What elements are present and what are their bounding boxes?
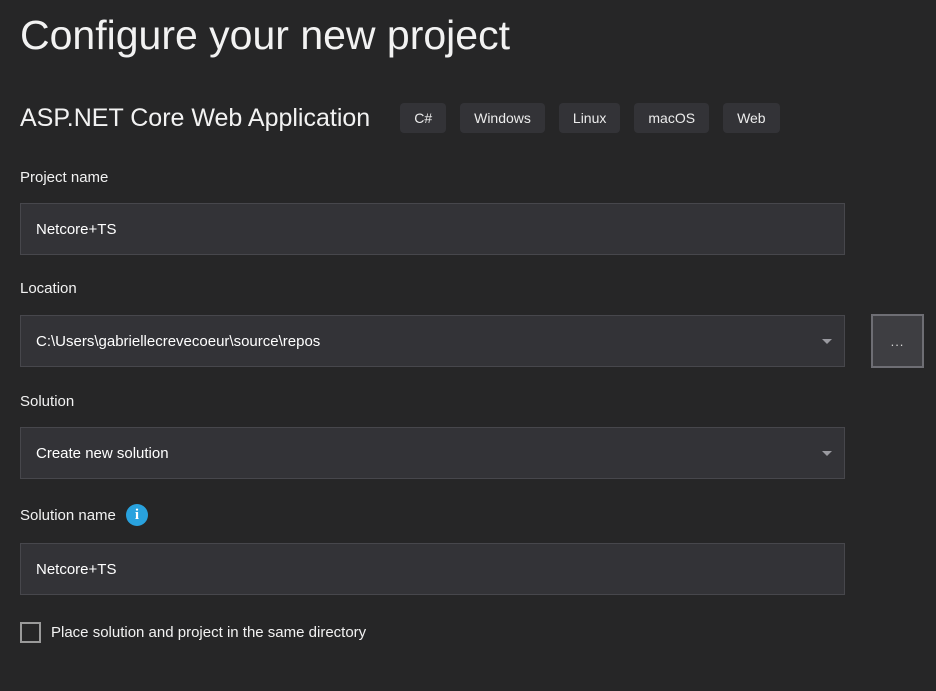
solution-label: Solution — [20, 393, 936, 410]
configure-project-dialog: Configure your new project ASP.NET Core … — [0, 0, 936, 643]
solution-name-label: Solution name — [20, 507, 116, 524]
project-name-label: Project name — [20, 169, 936, 186]
same-directory-label: Place solution and project in the same d… — [51, 624, 366, 641]
browse-location-button[interactable]: ... — [871, 314, 924, 368]
tag-web: Web — [723, 103, 780, 133]
solution-name-input[interactable] — [20, 543, 845, 595]
location-label: Location — [20, 280, 936, 297]
location-value: C:\Users\gabriellecrevecoeur\source\repo… — [36, 333, 320, 350]
dropdown-arrow-icon[interactable] — [822, 451, 832, 456]
location-group: Location C:\Users\gabriellecrevecoeur\so… — [20, 280, 936, 368]
solution-group: Solution Create new solution — [20, 393, 936, 479]
dropdown-arrow-icon[interactable] — [822, 339, 832, 344]
page-title: Configure your new project — [20, 0, 936, 59]
solution-combobox[interactable]: Create new solution — [20, 427, 845, 479]
template-row: ASP.NET Core Web Application C# Windows … — [20, 103, 936, 133]
same-directory-checkbox[interactable] — [20, 622, 41, 643]
tag-linux: Linux — [559, 103, 620, 133]
tag-windows: Windows — [460, 103, 545, 133]
template-name: ASP.NET Core Web Application — [20, 104, 370, 133]
project-name-group: Project name — [20, 169, 936, 255]
project-name-input[interactable] — [20, 203, 845, 255]
template-tag-list: C# Windows Linux macOS Web — [400, 103, 779, 133]
solution-name-group: Solution name i — [20, 504, 936, 595]
location-combobox[interactable]: C:\Users\gabriellecrevecoeur\source\repo… — [20, 315, 845, 367]
location-row: C:\Users\gabriellecrevecoeur\source\repo… — [20, 314, 936, 368]
same-directory-option[interactable]: Place solution and project in the same d… — [20, 622, 936, 643]
tag-macos: macOS — [634, 103, 709, 133]
info-icon[interactable]: i — [126, 504, 148, 526]
tag-csharp: C# — [400, 103, 446, 133]
solution-selected-value: Create new solution — [36, 445, 169, 462]
solution-name-label-row: Solution name i — [20, 504, 936, 526]
